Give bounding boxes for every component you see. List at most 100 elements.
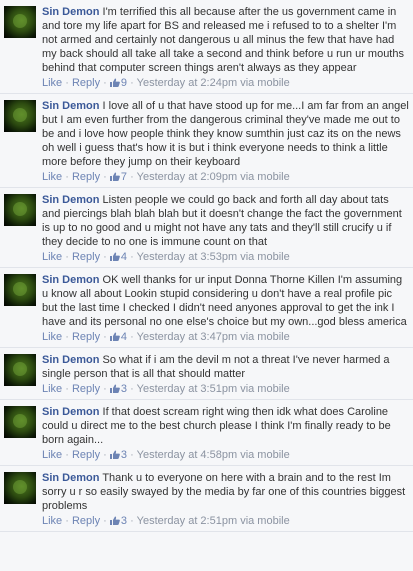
reply-link[interactable]: Reply xyxy=(72,515,100,527)
via-mobile: via mobile xyxy=(240,515,290,527)
avatar[interactable] xyxy=(4,472,36,504)
comment: Sin Demon I love all of u that have stoo… xyxy=(0,94,413,188)
avatar[interactable] xyxy=(4,6,36,38)
thumbs-up-icon xyxy=(109,172,120,181)
comment-body: Sin Demon I'm terrified this all because… xyxy=(42,4,409,90)
comment-body: Sin Demon If that doest scream right win… xyxy=(42,404,409,462)
via-mobile: via mobile xyxy=(240,251,290,263)
like-count-value: 9 xyxy=(120,77,128,89)
separator: · xyxy=(130,449,134,461)
separator: · xyxy=(103,77,107,89)
separator: · xyxy=(130,515,134,527)
via-mobile: via mobile xyxy=(240,171,290,183)
like-count-value: 7 xyxy=(120,171,128,183)
avatar[interactable] xyxy=(4,406,36,438)
like-link[interactable]: Like xyxy=(42,515,62,527)
separator: · xyxy=(65,449,69,461)
separator: · xyxy=(130,331,134,343)
like-count[interactable]: 9 xyxy=(109,77,130,89)
avatar[interactable] xyxy=(4,100,36,132)
comment-timestamp[interactable]: Yesterday at 3:51pm xyxy=(137,383,238,395)
separator: · xyxy=(65,331,69,343)
like-count[interactable]: 3 xyxy=(109,515,130,527)
thumbs-up-icon xyxy=(109,516,120,525)
separator: · xyxy=(103,383,107,395)
comment-actions: Like · Reply · 4 · Yesterday at 3:47pm v… xyxy=(42,330,409,344)
comment: Sin Demon Listen people we could go back… xyxy=(0,188,413,268)
comment: Sin Demon OK well thanks for ur input Do… xyxy=(0,268,413,348)
comment-author[interactable]: Sin Demon xyxy=(42,406,99,418)
comment-author[interactable]: Sin Demon xyxy=(42,194,99,206)
like-count-value: 4 xyxy=(120,251,128,263)
comment-author[interactable]: Sin Demon xyxy=(42,6,99,18)
via-mobile: via mobile xyxy=(240,449,290,461)
comment-author[interactable]: Sin Demon xyxy=(42,274,99,286)
separator: · xyxy=(65,171,69,183)
like-count[interactable]: 4 xyxy=(109,331,130,343)
reply-link[interactable]: Reply xyxy=(72,171,100,183)
reply-link[interactable]: Reply xyxy=(72,251,100,263)
like-count[interactable]: 3 xyxy=(109,383,130,395)
thumbs-up-icon xyxy=(109,78,120,87)
separator: · xyxy=(65,77,69,89)
comment-actions: Like · Reply · 3 · Yesterday at 3:51pm v… xyxy=(42,382,409,396)
separator: · xyxy=(130,77,134,89)
comment: Sin Demon If that doest scream right win… xyxy=(0,400,413,466)
comment-body: Sin Demon So what if i am the devil m no… xyxy=(42,352,409,396)
separator: · xyxy=(103,449,107,461)
reply-link[interactable]: Reply xyxy=(72,449,100,461)
avatar[interactable] xyxy=(4,194,36,226)
thumbs-up-icon xyxy=(109,332,120,341)
like-link[interactable]: Like xyxy=(42,251,62,263)
like-count[interactable]: 3 xyxy=(109,449,130,461)
separator: · xyxy=(130,251,134,263)
like-link[interactable]: Like xyxy=(42,171,62,183)
separator: · xyxy=(103,171,107,183)
like-count-value: 3 xyxy=(120,449,128,461)
like-count-value: 3 xyxy=(120,515,128,527)
separator: · xyxy=(65,515,69,527)
separator: · xyxy=(130,383,134,395)
comment: Sin Demon I'm terrified this all because… xyxy=(0,0,413,94)
comment-list: Sin Demon I'm terrified this all because… xyxy=(0,0,413,532)
like-link[interactable]: Like xyxy=(42,331,62,343)
like-count[interactable]: 4 xyxy=(109,251,130,263)
separator: · xyxy=(130,171,134,183)
like-count-value: 3 xyxy=(120,383,128,395)
comment-timestamp[interactable]: Yesterday at 3:53pm xyxy=(137,251,238,263)
comment: Sin Demon Thank u to everyone on here wi… xyxy=(0,466,413,532)
like-link[interactable]: Like xyxy=(42,449,62,461)
comment-timestamp[interactable]: Yesterday at 2:09pm xyxy=(137,171,238,183)
reply-link[interactable]: Reply xyxy=(72,331,100,343)
comment-timestamp[interactable]: Yesterday at 2:24pm xyxy=(137,77,238,89)
separator: · xyxy=(103,331,107,343)
reply-link[interactable]: Reply xyxy=(72,383,100,395)
via-mobile: via mobile xyxy=(240,77,290,89)
separator: · xyxy=(103,515,107,527)
comment-author[interactable]: Sin Demon xyxy=(42,354,99,366)
avatar[interactable] xyxy=(4,274,36,306)
thumbs-up-icon xyxy=(109,450,120,459)
separator: · xyxy=(103,251,107,263)
comment-actions: Like · Reply · 4 · Yesterday at 3:53pm v… xyxy=(42,250,409,264)
like-count-value: 4 xyxy=(120,331,128,343)
comment-body: Sin Demon I love all of u that have stoo… xyxy=(42,98,409,184)
comment-timestamp[interactable]: Yesterday at 4:58pm xyxy=(137,449,238,461)
comment-actions: Like · Reply · 7 · Yesterday at 2:09pm v… xyxy=(42,170,409,184)
comment-timestamp[interactable]: Yesterday at 2:51pm xyxy=(137,515,238,527)
like-link[interactable]: Like xyxy=(42,383,62,395)
separator: · xyxy=(65,383,69,395)
like-link[interactable]: Like xyxy=(42,77,62,89)
thumbs-up-icon xyxy=(109,384,120,393)
comment-body: Sin Demon Listen people we could go back… xyxy=(42,192,409,264)
comment-actions: Like · Reply · 3 · Yesterday at 2:51pm v… xyxy=(42,514,409,528)
via-mobile: via mobile xyxy=(240,331,290,343)
comment-actions: Like · Reply · 9 · Yesterday at 2:24pm v… xyxy=(42,76,409,90)
comment-author[interactable]: Sin Demon xyxy=(42,472,99,484)
avatar[interactable] xyxy=(4,354,36,386)
comment: Sin Demon So what if i am the devil m no… xyxy=(0,348,413,400)
comment-timestamp[interactable]: Yesterday at 3:47pm xyxy=(137,331,238,343)
reply-link[interactable]: Reply xyxy=(72,77,100,89)
comment-author[interactable]: Sin Demon xyxy=(42,100,99,112)
like-count[interactable]: 7 xyxy=(109,171,130,183)
